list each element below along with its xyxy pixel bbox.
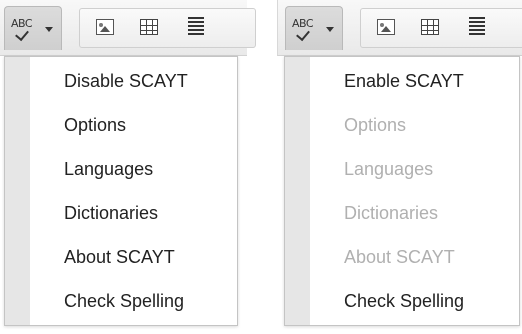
menu-item-options[interactable]: Options xyxy=(30,103,237,147)
menu-item-options: Options xyxy=(344,115,407,135)
spellcheck-dropdown-button[interactable]: ABC xyxy=(4,6,62,50)
scayt-menu: Disable SCAYT Options Languages Dictiona… xyxy=(4,56,238,326)
menu-gutter xyxy=(5,57,30,325)
table-icon[interactable] xyxy=(140,19,158,35)
text-align-icon[interactable] xyxy=(188,17,204,35)
menu-item-dictionaries: Dictionaries xyxy=(344,203,439,223)
toolbar-group xyxy=(79,8,256,48)
image-icon[interactable] xyxy=(377,19,395,35)
editor-toolbar: ABC xyxy=(277,0,522,56)
right-editor-panel: ABC Enable SCAYT Options Languages Dicti… xyxy=(277,0,522,334)
menu-item-languages: Languages xyxy=(344,159,434,179)
menu-item-about-scayt: About SCAYT xyxy=(344,247,455,267)
scayt-menu: Enable SCAYT Options Languages Dictionar… xyxy=(284,56,520,326)
menu-item-check-spelling[interactable]: Check Spelling xyxy=(30,279,237,323)
menu-item-check-spelling[interactable]: Check Spelling xyxy=(310,279,519,323)
menu-item-enable-scayt[interactable]: Enable SCAYT xyxy=(310,59,519,103)
chevron-down-icon xyxy=(326,27,334,32)
menu-gutter xyxy=(285,57,310,325)
editor-toolbar: ABC xyxy=(0,0,256,56)
menu-item-about-scayt[interactable]: About SCAYT xyxy=(30,235,237,279)
menu-item-disable-scayt[interactable]: Disable SCAYT xyxy=(30,59,237,103)
text-align-icon[interactable] xyxy=(469,17,485,35)
toolbar-group xyxy=(360,8,522,48)
menu-item-languages[interactable]: Languages xyxy=(30,147,237,191)
spellcheck-dropdown-button[interactable]: ABC xyxy=(285,6,343,50)
image-icon[interactable] xyxy=(96,19,114,35)
chevron-down-icon xyxy=(45,27,53,32)
menu-item-dictionaries[interactable]: Dictionaries xyxy=(30,191,237,235)
left-editor-panel: ABC Disable SCAYT Options Languages Dict… xyxy=(0,0,256,334)
table-icon[interactable] xyxy=(421,19,439,35)
